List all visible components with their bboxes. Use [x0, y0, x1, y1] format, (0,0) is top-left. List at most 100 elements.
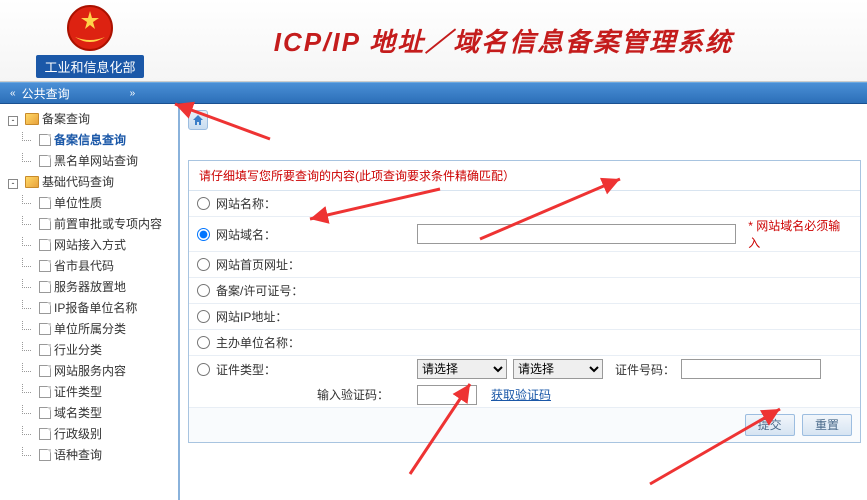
tree-branch-icon	[22, 281, 36, 293]
tree-branch-icon	[22, 302, 36, 314]
button-row: 提交 重置	[189, 408, 860, 442]
id-number-input[interactable]	[681, 359, 821, 379]
sidebar-item-g2-1[interactable]: 前置审批或专项内容	[0, 213, 178, 234]
sidebar-item-label: 单位所属分类	[54, 320, 126, 337]
sidebar-item-label: IP报备单位名称	[54, 299, 137, 316]
tree-branch-icon	[22, 386, 36, 398]
get-captcha-link[interactable]: 获取验证码	[491, 386, 551, 403]
radio-sponsor-name[interactable]	[197, 336, 210, 349]
select-id-type-1[interactable]: 请选择	[513, 359, 603, 379]
captcha-input[interactable]	[417, 385, 477, 405]
sidebar-item-g2-5[interactable]: IP报备单位名称	[0, 297, 178, 318]
sidebar-item-label: 备案信息查询	[54, 131, 126, 148]
emblem-area: 工业和信息化部	[0, 3, 180, 78]
sidebar-item-g2-10[interactable]: 域名类型	[0, 402, 178, 423]
label-homepage-url: 网站首页网址：	[216, 256, 300, 273]
tree-branch-icon	[22, 218, 36, 230]
content: 请仔细填写您所要查询的内容(此项查询要求条件精确匹配） 网站名称：网站域名：* …	[180, 104, 867, 500]
sidebar-item-g1-0[interactable]: 备案信息查询	[0, 129, 178, 150]
label-site-name: 网站名称：	[216, 195, 276, 212]
tree-branch-icon	[22, 239, 36, 251]
sidebar-item-label: 省市县代码	[54, 257, 114, 274]
sidebar-item-g2-9[interactable]: 证件类型	[0, 381, 178, 402]
radio-site-domain[interactable]	[197, 228, 210, 241]
sidebar-item-label: 网站服务内容	[54, 362, 126, 379]
main: 备案查询备案信息查询黑名单网站查询基础代码查询单位性质前置审批或专项内容网站接入…	[0, 104, 867, 500]
page-icon	[39, 344, 51, 356]
home-button[interactable]	[188, 110, 208, 130]
sidebar-item-g2-2[interactable]: 网站接入方式	[0, 234, 178, 255]
radio-site-name[interactable]	[197, 197, 210, 210]
query-form: 请仔细填写您所要查询的内容(此项查询要求条件精确匹配） 网站名称：网站域名：* …	[188, 160, 861, 443]
sidebar-item-g2-11[interactable]: 行政级别	[0, 423, 178, 444]
sidebar-item-g2-8[interactable]: 网站服务内容	[0, 360, 178, 381]
form-row-homepage-url: 网站首页网址：	[189, 252, 860, 278]
page-icon	[39, 407, 51, 419]
select-id-type-0[interactable]: 请选择	[417, 359, 507, 379]
page-icon	[39, 281, 51, 293]
sidebar-group-beian[interactable]: 备案查询	[0, 108, 178, 129]
page-icon	[39, 323, 51, 335]
collapse-right-icon[interactable]: »	[130, 88, 136, 99]
folder-icon	[25, 176, 39, 188]
form-row-site-name: 网站名称：	[189, 191, 860, 217]
sidebar-item-label: 黑名单网站查询	[54, 152, 138, 169]
page-icon	[39, 134, 51, 146]
radio-id-type[interactable]	[197, 363, 210, 376]
radio-homepage-url[interactable]	[197, 258, 210, 271]
radio-license-no[interactable]	[197, 284, 210, 297]
page-icon	[39, 239, 51, 251]
input-site-domain[interactable]	[417, 224, 736, 244]
navbar-title: 公共查询	[22, 85, 70, 102]
sidebar-item-label: 域名类型	[54, 404, 102, 421]
sidebar-item-g2-4[interactable]: 服务器放置地	[0, 276, 178, 297]
submit-button[interactable]: 提交	[745, 414, 795, 436]
navbar: « 公共查询 »	[0, 82, 867, 104]
sidebar-item-g2-12[interactable]: 语种查询	[0, 444, 178, 465]
page-icon	[39, 386, 51, 398]
id-number-label: 证件号码：	[615, 361, 675, 378]
sidebar-item-g2-7[interactable]: 行业分类	[0, 339, 178, 360]
sidebar-item-g2-0[interactable]: 单位性质	[0, 192, 178, 213]
page-icon	[39, 155, 51, 167]
sidebar-item-g1-1[interactable]: 黑名单网站查询	[0, 150, 178, 171]
radio-site-ip[interactable]	[197, 310, 210, 323]
sidebar-item-label: 服务器放置地	[54, 278, 126, 295]
sidebar-item-g2-6[interactable]: 单位所属分类	[0, 318, 178, 339]
form-instruction: 请仔细填写您所要查询的内容(此项查询要求条件精确匹配）	[189, 161, 860, 191]
form-row-id-type: 证件类型：请选择请选择证件号码：	[189, 356, 860, 382]
form-row-license-no: 备案/许可证号：	[189, 278, 860, 304]
sidebar-item-label: 行政级别	[54, 425, 102, 442]
national-emblem-icon	[65, 3, 115, 53]
page-icon	[39, 218, 51, 230]
sidebar-item-label: 备案查询	[42, 110, 90, 127]
label-id-type: 证件类型：	[216, 361, 276, 378]
label-license-no: 备案/许可证号：	[216, 282, 303, 299]
header: 工业和信息化部 ICP/IP 地址／域名信息备案管理系统	[0, 0, 867, 82]
sidebar-item-label: 单位性质	[54, 194, 102, 211]
tree-branch-icon	[22, 134, 36, 146]
tree-branch-icon	[22, 428, 36, 440]
page-icon	[39, 428, 51, 440]
collapse-left-icon[interactable]: «	[10, 88, 16, 99]
reset-button[interactable]: 重置	[802, 414, 852, 436]
folder-icon	[25, 113, 39, 125]
tree-collapse-icon	[8, 113, 22, 125]
sidebar-group-code[interactable]: 基础代码查询	[0, 171, 178, 192]
sidebar: 备案查询备案信息查询黑名单网站查询基础代码查询单位性质前置审批或专项内容网站接入…	[0, 104, 180, 500]
ministry-label: 工业和信息化部	[36, 55, 143, 78]
sidebar-item-g2-3[interactable]: 省市县代码	[0, 255, 178, 276]
page-icon	[39, 365, 51, 377]
label-sponsor-name: 主办单位名称：	[216, 334, 300, 351]
captcha-label: 输入验证码：	[197, 386, 417, 403]
page-icon	[39, 260, 51, 272]
tree-branch-icon	[22, 197, 36, 209]
tree-branch-icon	[22, 344, 36, 356]
sidebar-item-label: 基础代码查询	[42, 173, 114, 190]
captcha-row: 输入验证码： 获取验证码	[189, 382, 860, 408]
form-row-sponsor-name: 主办单位名称：	[189, 330, 860, 356]
sidebar-item-label: 证件类型	[54, 383, 102, 400]
label-site-ip: 网站IP地址：	[216, 308, 287, 325]
sidebar-item-label: 行业分类	[54, 341, 102, 358]
sidebar-item-label: 语种查询	[54, 446, 102, 463]
